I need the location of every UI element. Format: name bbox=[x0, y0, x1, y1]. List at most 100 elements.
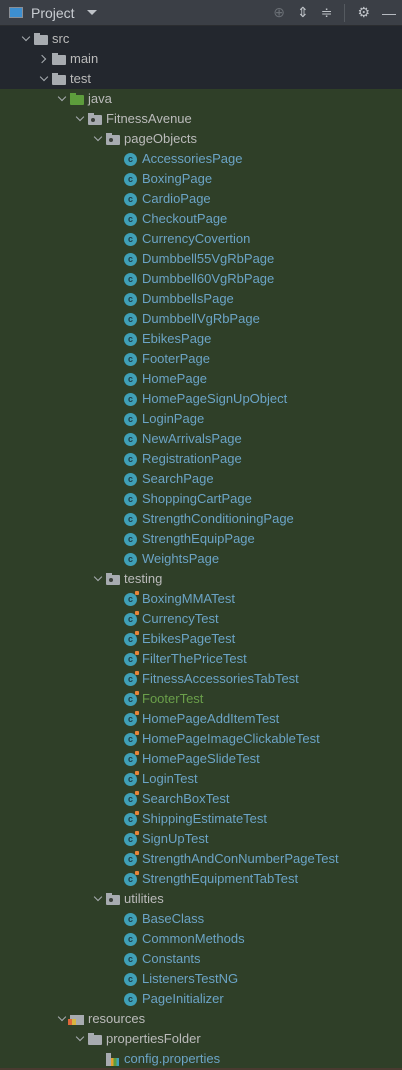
tree-item-label: BoxingMMATest bbox=[142, 591, 235, 606]
tree-item-label: FitnessAccessoriesTabTest bbox=[142, 671, 299, 686]
tree-item-resources[interactable]: resources bbox=[0, 1009, 402, 1029]
class-icon: c bbox=[124, 553, 137, 566]
resources-folder-icon bbox=[68, 1015, 84, 1025]
tree-item-pageobjects[interactable]: pageObjects bbox=[0, 129, 402, 149]
tree-item-signuptest[interactable]: c SignUpTest bbox=[0, 829, 402, 849]
tree-item-homepageimageclickabletest[interactable]: c HomePageImageClickableTest bbox=[0, 729, 402, 749]
tree-item-label: testing bbox=[124, 571, 163, 586]
tree-item-label: SearchPage bbox=[142, 471, 214, 486]
tree-item-main[interactable]: main bbox=[0, 49, 402, 69]
tree-item-label: utilities bbox=[124, 891, 164, 906]
tree-item-label: RegistrationPage bbox=[142, 451, 242, 466]
class-icon: c bbox=[124, 333, 137, 346]
tree-item-homepageslidetest[interactable]: c HomePageSlideTest bbox=[0, 749, 402, 769]
tree-item-label: LoginTest bbox=[142, 771, 198, 786]
class-icon: c bbox=[124, 413, 137, 426]
gear-icon[interactable]: ⚙ bbox=[357, 4, 370, 21]
class-icon: c bbox=[124, 513, 137, 526]
collapse-all-icon[interactable]: ≑ bbox=[321, 4, 333, 21]
tree-item-label: SignUpTest bbox=[142, 831, 209, 846]
tree-item-newarrivalspage[interactable]: c NewArrivalsPage bbox=[0, 429, 402, 449]
tree-item-fitnessaccessoriestabtest[interactable]: c FitnessAccessoriesTabTest bbox=[0, 669, 402, 689]
tree-item-label: Dumbbell60VgRbPage bbox=[142, 271, 275, 286]
class-icon: c bbox=[124, 973, 137, 986]
tree-item-ebikespagetest[interactable]: c EbikesPageTest bbox=[0, 629, 402, 649]
class-icon: c bbox=[124, 313, 137, 326]
tree-item-java[interactable]: java bbox=[0, 89, 402, 109]
folder-icon bbox=[34, 33, 48, 45]
tree-item-boxingmmatest[interactable]: c BoxingMMATest bbox=[0, 589, 402, 609]
tree-item-label: CurrencyCovertion bbox=[142, 231, 251, 246]
tree-item-ebikespage[interactable]: c EbikesPage bbox=[0, 329, 402, 349]
test-class-icon: c bbox=[124, 591, 139, 606]
tree-item-registrationpage[interactable]: c RegistrationPage bbox=[0, 449, 402, 469]
tree-item-fitnessavenue[interactable]: FitnessAvenue bbox=[0, 109, 402, 129]
test-class-icon: c bbox=[124, 751, 139, 766]
tree-item-shoppingcartpage[interactable]: c ShoppingCartPage bbox=[0, 489, 402, 509]
locate-icon[interactable]: ⊕ bbox=[273, 4, 285, 21]
minimize-icon[interactable]: — bbox=[382, 5, 396, 21]
test-class-icon: c bbox=[124, 831, 139, 846]
tree-item-dumbbell60vgrbpage[interactable]: c Dumbbell60VgRbPage bbox=[0, 269, 402, 289]
expand-all-icon[interactable]: ⇕ bbox=[297, 4, 309, 21]
tree-item-dumbbell55vgrbpage[interactable]: c Dumbbell55VgRbPage bbox=[0, 249, 402, 269]
source-folder-icon bbox=[70, 93, 84, 105]
tree-item-searchpage[interactable]: c SearchPage bbox=[0, 469, 402, 489]
tree-item-weightspage[interactable]: c WeightsPage bbox=[0, 549, 402, 569]
folder-icon bbox=[52, 73, 66, 85]
tree-item-homepagesignupobject[interactable]: c HomePageSignUpObject bbox=[0, 389, 402, 409]
tree-item-logintest[interactable]: c LoginTest bbox=[0, 769, 402, 789]
tree-item-footerpage[interactable]: c FooterPage bbox=[0, 349, 402, 369]
tree-item-baseclass[interactable]: c BaseClass bbox=[0, 909, 402, 929]
tree-item-loginpage[interactable]: c LoginPage bbox=[0, 409, 402, 429]
tree-item-label: ListenersTestNG bbox=[142, 971, 239, 986]
tree-item-pageinitializer[interactable]: c PageInitializer bbox=[0, 989, 402, 1009]
class-icon: c bbox=[124, 233, 137, 246]
project-tree[interactable]: src main test java FitnessAvenue pageObjects c… bbox=[0, 29, 402, 1069]
divider bbox=[344, 3, 346, 22]
tree-item-currencycovertion[interactable]: c CurrencyCovertion bbox=[0, 229, 402, 249]
tree-item-strengthequippage[interactable]: c StrengthEquipPage bbox=[0, 529, 402, 549]
tree-item-config-properties[interactable]: config.properties bbox=[0, 1049, 402, 1069]
tree-item-boxingpage[interactable]: c BoxingPage bbox=[0, 169, 402, 189]
tree-item-dumbbellspage[interactable]: c DumbbellsPage bbox=[0, 289, 402, 309]
tree-item-dumbbellvgrbpage[interactable]: c DumbbellVgRbPage bbox=[0, 309, 402, 329]
test-class-icon: c bbox=[124, 671, 139, 686]
tree-item-propertiesfolder[interactable]: propertiesFolder bbox=[0, 1029, 402, 1049]
tree-item-strengthconditioningpage[interactable]: c StrengthConditioningPage bbox=[0, 509, 402, 529]
tree-item-homepage[interactable]: c HomePage bbox=[0, 369, 402, 389]
class-icon: c bbox=[124, 473, 137, 486]
package-icon bbox=[88, 113, 102, 125]
tree-item-src[interactable]: src bbox=[0, 29, 402, 49]
project-view-selector[interactable]: Project bbox=[31, 5, 75, 21]
tree-item-filterthepricetest[interactable]: c FilterThePriceTest bbox=[0, 649, 402, 669]
tree-item-label: HomePageSlideTest bbox=[142, 751, 260, 766]
tree-item-cardiopage[interactable]: c CardioPage bbox=[0, 189, 402, 209]
tree-item-utilities[interactable]: utilities bbox=[0, 889, 402, 909]
tree-item-shippingestimatetest[interactable]: c ShippingEstimateTest bbox=[0, 809, 402, 829]
tree-item-label: CheckoutPage bbox=[142, 211, 228, 226]
tree-item-strengthequipmenttabtest[interactable]: c StrengthEquipmentTabTest bbox=[0, 869, 402, 889]
tree-item-searchboxtest[interactable]: c SearchBoxTest bbox=[0, 789, 402, 809]
tree-item-listenerstestng[interactable]: c ListenersTestNG bbox=[0, 969, 402, 989]
tree-item-label: DumbbellVgRbPage bbox=[142, 311, 260, 326]
test-class-icon: c bbox=[124, 611, 139, 626]
tree-item-test[interactable]: test bbox=[0, 69, 402, 89]
tree-item-homepageadditemtest[interactable]: c HomePageAddItemTest bbox=[0, 709, 402, 729]
class-icon: c bbox=[124, 153, 137, 166]
test-class-icon: c bbox=[124, 851, 139, 866]
tree-item-checkoutpage[interactable]: c CheckoutPage bbox=[0, 209, 402, 229]
tree-item-strengthandconnumberpagetest[interactable]: c StrengthAndConNumberPageTest bbox=[0, 849, 402, 869]
tree-item-label: AccessoriesPage bbox=[142, 151, 243, 166]
tree-item-accessoriespage[interactable]: c AccessoriesPage bbox=[0, 149, 402, 169]
class-icon: c bbox=[124, 913, 137, 926]
tree-item-constants[interactable]: c Constants bbox=[0, 949, 402, 969]
tree-item-currencytest[interactable]: c CurrencyTest bbox=[0, 609, 402, 629]
tree-item-label: HomePageImageClickableTest bbox=[142, 731, 320, 746]
tree-item-testing[interactable]: testing bbox=[0, 569, 402, 589]
tree-item-commonmethods[interactable]: c CommonMethods bbox=[0, 929, 402, 949]
tree-item-footertest[interactable]: c FooterTest bbox=[0, 689, 402, 709]
chevron-down-icon[interactable] bbox=[86, 10, 97, 15]
tree-item-label: pageObjects bbox=[124, 131, 197, 146]
class-icon: c bbox=[124, 353, 137, 366]
